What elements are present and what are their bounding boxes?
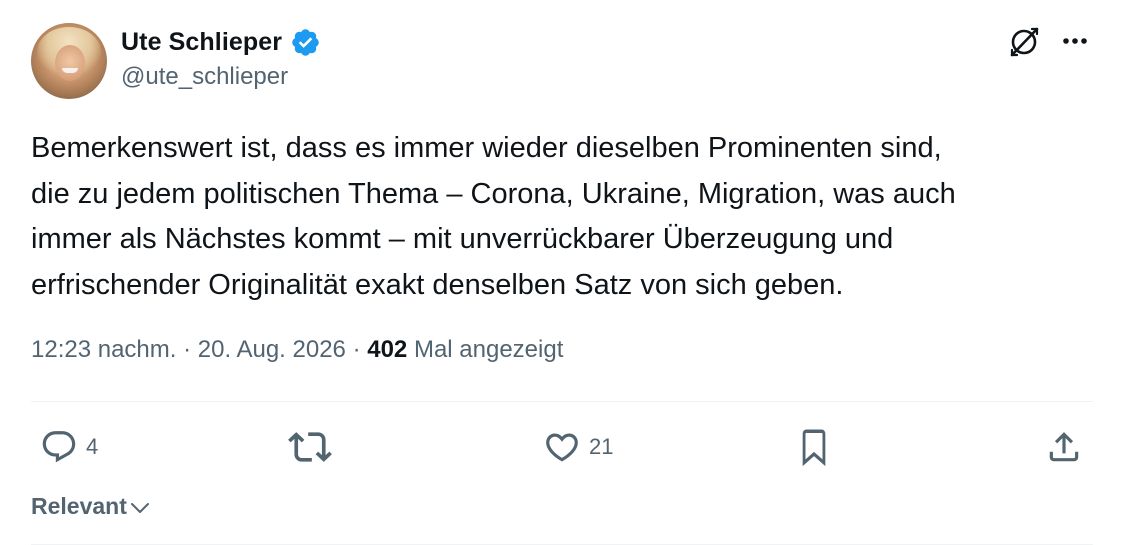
avatar[interactable] <box>31 23 107 99</box>
views-count: 402 <box>367 336 408 363</box>
reply-button[interactable]: 4 <box>40 425 98 469</box>
bookmark-button[interactable] <box>797 425 831 469</box>
meta-separator: · <box>176 336 198 363</box>
heart-icon <box>546 433 578 462</box>
tweet-date[interactable]: 20. Aug. 2026 <box>198 336 346 364</box>
author-name-row: Ute Schlieper <box>121 25 321 59</box>
tweet-detail: Ute Schlieper @ute_schlieper Bemerkenswe… <box>0 0 1123 545</box>
author-handle[interactable]: @ute_schlieper <box>121 63 288 91</box>
sort-label: Relevant <box>31 492 127 519</box>
reply-icon <box>42 431 76 463</box>
share-button[interactable] <box>1045 425 1083 469</box>
views-label: Mal angezeigt <box>407 336 564 363</box>
author-display-name[interactable]: Ute Schlieper <box>121 28 282 57</box>
more-icon[interactable] <box>1058 26 1092 56</box>
repost-icon <box>288 432 332 462</box>
meta-separator: · <box>345 336 368 363</box>
tweet-meta: 12:23 nachm. · 20. Aug. 2026 · 402 Mal a… <box>31 336 563 364</box>
like-count: 21 <box>589 434 614 459</box>
tweet-time[interactable]: 12:23 nachm. <box>31 336 176 364</box>
like-button[interactable]: 21 <box>543 425 613 469</box>
bookmark-icon <box>802 429 826 467</box>
tweet-text: Bemerkenswert ist, dass es immer wieder … <box>31 132 956 301</box>
reply-count: 4 <box>86 434 99 459</box>
share-icon <box>1049 432 1079 462</box>
sort-replies-dropdown[interactable]: Relevant <box>31 490 151 522</box>
chevron-down-icon <box>130 503 149 513</box>
grok-icon[interactable] <box>1006 24 1042 60</box>
divider <box>31 401 1093 402</box>
repost-button[interactable] <box>288 425 340 469</box>
verified-badge-icon[interactable] <box>290 27 321 58</box>
